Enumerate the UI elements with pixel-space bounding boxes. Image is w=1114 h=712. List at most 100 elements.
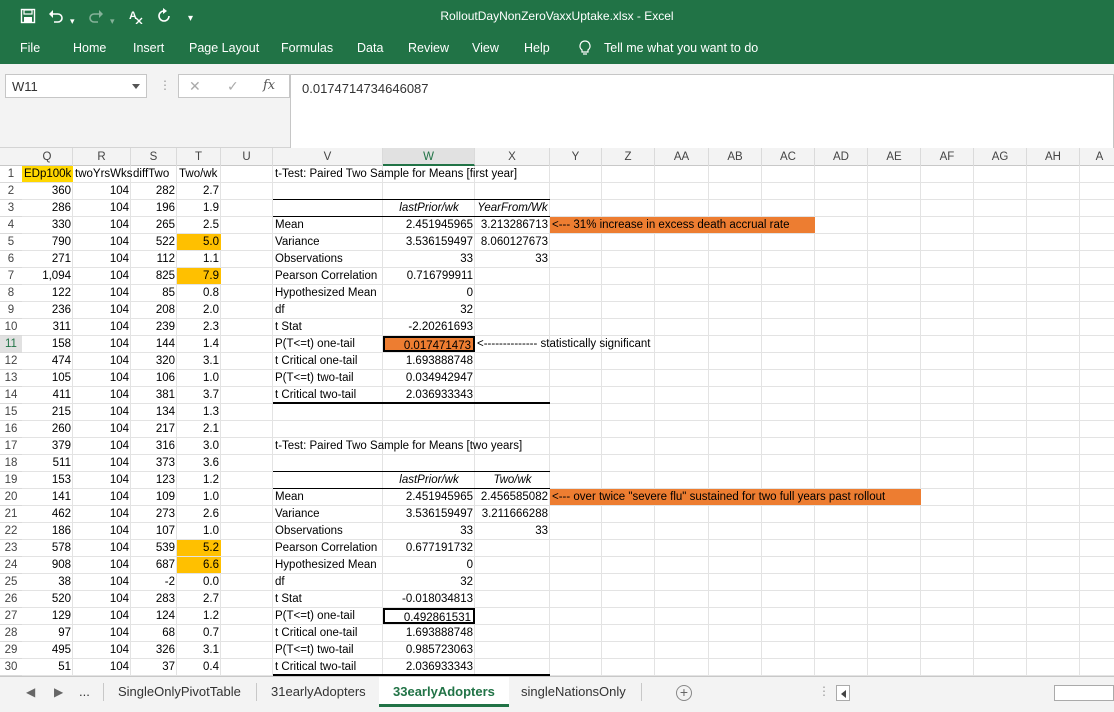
ttest-value[interactable]: 0.985723063 [383,642,475,658]
header-difftwo[interactable]: diffTwo [131,166,177,182]
column-header-z[interactable]: Z [602,148,655,166]
row-header-13[interactable]: 13 [0,370,22,387]
data-cell[interactable]: 104 [73,200,131,216]
data-cell[interactable]: 106 [131,370,177,386]
ttest-value[interactable]: 33 [475,251,550,267]
ttest-label[interactable]: t Critical two-tail [273,659,383,675]
horizontal-scrollbar[interactable] [836,685,1114,701]
data-cell[interactable]: 2.1 [177,421,221,437]
data-cell[interactable]: 104 [73,574,131,590]
header-two-per-wk[interactable]: Two/wk [177,166,221,182]
data-cell[interactable]: 129 [22,608,73,624]
scroll-left-icon[interactable] [836,685,850,701]
data-cell[interactable]: 239 [131,319,177,335]
row-header-3[interactable]: 3 [0,200,22,217]
ttest-label[interactable]: Observations [273,523,383,539]
data-cell[interactable]: 520 [22,591,73,607]
data-cell[interactable]: 539 [131,540,177,556]
data-cell[interactable]: 2.6 [177,506,221,522]
ttest-label[interactable]: P(T<=t) two-tail [273,642,383,658]
data-cell[interactable]: 104 [73,540,131,556]
data-cell[interactable]: 0.7 [177,625,221,641]
enter-icon[interactable]: ✓ [227,78,239,95]
data-cell[interactable]: 104 [73,268,131,284]
ttest-label[interactable]: Mean [273,217,383,233]
row-header-27[interactable]: 27 [0,608,22,625]
data-cell[interactable]: 3.0 [177,438,221,454]
data-cell[interactable]: 104 [73,591,131,607]
column-header-y[interactable]: Y [550,148,602,166]
tab-home[interactable]: Home [73,41,106,55]
data-cell[interactable]: 124 [131,608,177,624]
ttest-label[interactable]: Hypothesized Mean [273,557,383,573]
row-header-12[interactable]: 12 [0,353,22,370]
ttest-value[interactable]: 2.036933343 [383,387,475,403]
data-cell[interactable]: 104 [73,336,131,352]
column-header-ah[interactable]: AH [1027,148,1080,166]
row-header-21[interactable]: 21 [0,506,22,523]
row-header-22[interactable]: 22 [0,523,22,540]
column-header-u[interactable]: U [221,148,273,166]
data-cell[interactable]: 474 [22,353,73,369]
data-cell[interactable]: 37 [131,659,177,675]
data-cell[interactable]: 522 [131,234,177,250]
boxed-cell[interactable]: 0.492861531 [383,608,475,624]
header-twoyrswks[interactable]: twoYrsWks [73,166,133,182]
sheet-tab-singleonlypivottable[interactable]: SingleOnlyPivotTable [118,684,241,699]
column-header-t[interactable]: T [177,148,221,166]
data-cell[interactable]: 273 [131,506,177,522]
ttest-value[interactable]: 33 [475,523,550,539]
column-header-v[interactable]: V [273,148,383,166]
column-header-r[interactable]: R [73,148,131,166]
data-cell[interactable]: 3.6 [177,455,221,471]
ttest-value[interactable]: 2.451945965 [383,489,475,505]
ttest-value[interactable]: 3.211666288 [475,506,550,522]
data-cell[interactable]: 330 [22,217,73,233]
ttest-label[interactable]: df [273,302,383,318]
data-cell[interactable]: -2 [131,574,177,590]
row-header-7[interactable]: 7 [0,268,22,285]
ttest-label[interactable]: t Critical two-tail [273,387,383,403]
column-header-w[interactable]: W [383,148,475,166]
scroll-sheets-right-icon[interactable]: ▶ [54,685,63,699]
add-sheet-button[interactable]: + [676,685,692,701]
row-header-18[interactable]: 18 [0,455,22,472]
row-header-26[interactable]: 26 [0,591,22,608]
row-header-5[interactable]: 5 [0,234,22,251]
row-header-6[interactable]: 6 [0,251,22,268]
data-cell[interactable]: 208 [131,302,177,318]
ttest-value[interactable]: 3.213286713 [475,217,550,233]
row-header-11[interactable]: 11 [0,336,22,353]
tab-view[interactable]: View [472,41,499,55]
ttest-value[interactable]: 2.456585082 [475,489,550,505]
data-cell[interactable]: 104 [73,642,131,658]
data-cell[interactable]: 411 [22,387,73,403]
data-cell[interactable]: 112 [131,251,177,267]
data-cell[interactable]: 687 [131,557,177,573]
data-cell[interactable]: 320 [131,353,177,369]
column-header-ae[interactable]: AE [868,148,921,166]
data-cell[interactable]: 0.8 [177,285,221,301]
more-options-icon[interactable]: ⋮ [818,684,830,698]
ttest-value[interactable]: 8.060127673 [475,234,550,250]
row-header-14[interactable]: 14 [0,387,22,404]
scrollbar-thumb[interactable] [1054,685,1114,701]
data-cell[interactable]: 104 [73,251,131,267]
data-cell[interactable]: 825 [131,268,177,284]
data-cell[interactable]: 1,094 [22,268,73,284]
ttest-value[interactable]: 0.677191732 [383,540,475,556]
data-cell[interactable]: 186 [22,523,73,539]
data-cell[interactable]: 3.1 [177,642,221,658]
row-header-10[interactable]: 10 [0,319,22,336]
tab-data[interactable]: Data [357,41,383,55]
cells-area[interactable]: EDp100k twoYrsWks diffTwo Two/wk 360 104 282 2.… [22,166,1114,676]
data-cell[interactable]: 104 [73,302,131,318]
tab-help[interactable]: Help [524,41,550,55]
data-cell[interactable]: 104 [73,659,131,675]
data-cell[interactable]: 158 [22,336,73,352]
data-cell[interactable]: 311 [22,319,73,335]
more-options-icon[interactable]: ⋮ [159,78,171,92]
row-header-8[interactable]: 8 [0,285,22,302]
ttest-value[interactable]: 0.716799911 [383,268,475,284]
ttest-label[interactable]: t Critical one-tail [273,625,383,641]
